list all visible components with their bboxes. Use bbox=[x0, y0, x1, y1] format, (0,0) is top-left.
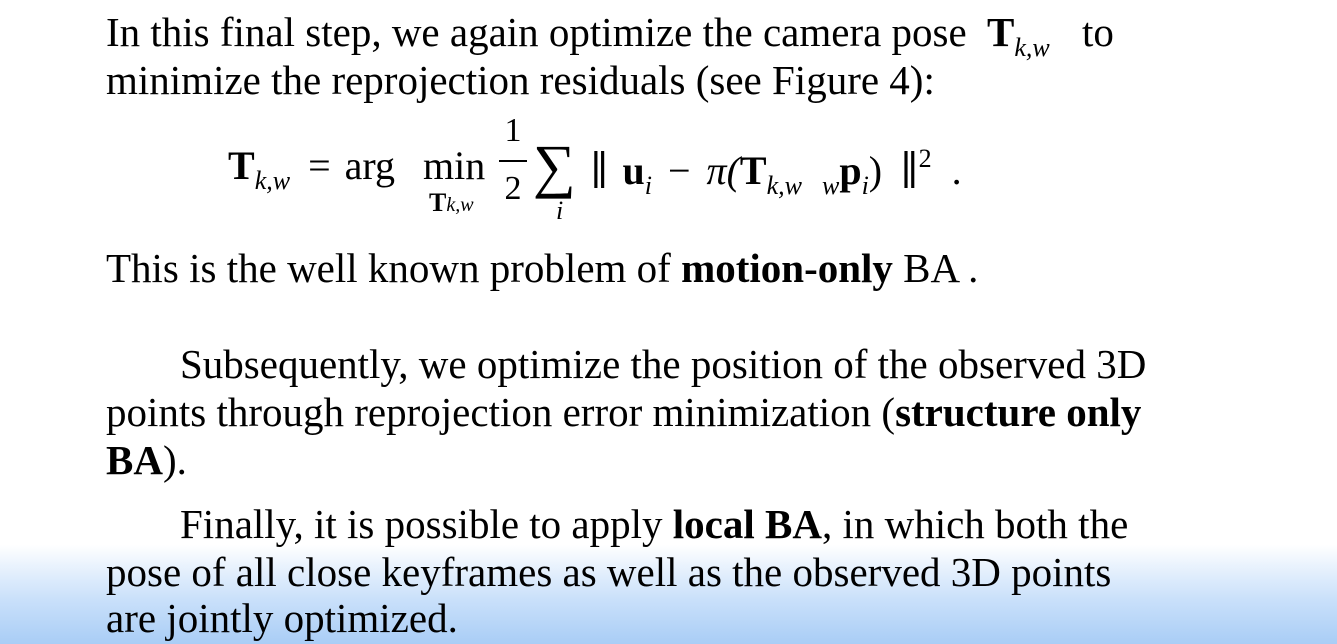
min-under: Tk,w bbox=[429, 188, 474, 218]
summation-sign: ∑ bbox=[533, 133, 576, 199]
pose-subscript: k,w bbox=[1014, 33, 1050, 62]
bold-term: BA bbox=[106, 437, 163, 483]
bold-term: structure only bbox=[895, 389, 1142, 435]
paragraph-3-line-3: BA). bbox=[106, 436, 187, 484]
min-text: min bbox=[423, 143, 486, 188]
minus-sign: − bbox=[667, 148, 691, 193]
lhs-subscript: k,w bbox=[254, 166, 291, 195]
sum-index: i bbox=[556, 196, 564, 225]
w-prescript: w bbox=[821, 171, 840, 200]
u-subscript: i bbox=[644, 171, 652, 200]
lhs-T: T bbox=[228, 143, 255, 188]
p-subscript: i bbox=[861, 171, 869, 200]
equation-lhs: Tk,w = arg bbox=[228, 146, 395, 194]
fraction-numerator: 1 bbox=[504, 112, 522, 149]
period: . bbox=[951, 148, 962, 193]
norm-open: ∥ bbox=[590, 148, 609, 193]
norm-close: ∥ bbox=[900, 148, 919, 193]
bold-term: motion-only bbox=[681, 245, 893, 291]
text: ). bbox=[162, 437, 187, 483]
text: points through reprojection error minimi… bbox=[106, 389, 896, 435]
T-subscript: k,w bbox=[766, 171, 802, 200]
p-symbol: p bbox=[839, 148, 862, 193]
text: BA . bbox=[892, 245, 979, 291]
text: In this final step, we again optimize th… bbox=[106, 9, 967, 55]
paragraph-1-line-2: minimize the reprojection residuals (see… bbox=[106, 57, 935, 103]
slide-page: In this final step, we again optimize th… bbox=[0, 0, 1337, 644]
paragraph-2: This is the well known problem of motion… bbox=[106, 244, 978, 292]
close-paren: ) bbox=[868, 148, 883, 193]
text: to bbox=[1081, 9, 1114, 55]
paragraph-3-line-1: Subsequently, we optimize the position o… bbox=[180, 341, 1147, 387]
text: This is the well known problem of bbox=[106, 245, 682, 291]
equals-sign: = bbox=[308, 143, 331, 188]
paragraph-3-line-2: points through reprojection error minimi… bbox=[106, 388, 1141, 436]
fraction-denominator: 2 bbox=[504, 170, 522, 207]
paragraph-4-line-1: Finally, it is possible to apply local B… bbox=[180, 500, 1128, 548]
fraction-bar bbox=[499, 160, 527, 162]
text: Finally, it is possible to apply bbox=[180, 501, 673, 547]
text: , in which both the bbox=[821, 501, 1129, 547]
min-under-subscript: k,w bbox=[446, 194, 474, 216]
paragraph-4-line-2: pose of all close keyframes as well as t… bbox=[106, 549, 1112, 595]
arg-text: arg bbox=[344, 143, 395, 188]
paragraph-4-line-3: are jointly optimized. bbox=[106, 595, 458, 641]
min-under-T: T bbox=[429, 188, 447, 217]
exponent: 2 bbox=[918, 144, 932, 173]
u-symbol: u bbox=[622, 148, 645, 193]
T-symbol: T bbox=[739, 148, 767, 193]
pose-symbol: T bbox=[986, 9, 1015, 55]
bold-term: local BA bbox=[672, 501, 822, 547]
pi-function: π( bbox=[706, 148, 740, 193]
equation-rhs: ∥ ui − π(Tk,w wpi) ∥2 . bbox=[590, 146, 962, 199]
